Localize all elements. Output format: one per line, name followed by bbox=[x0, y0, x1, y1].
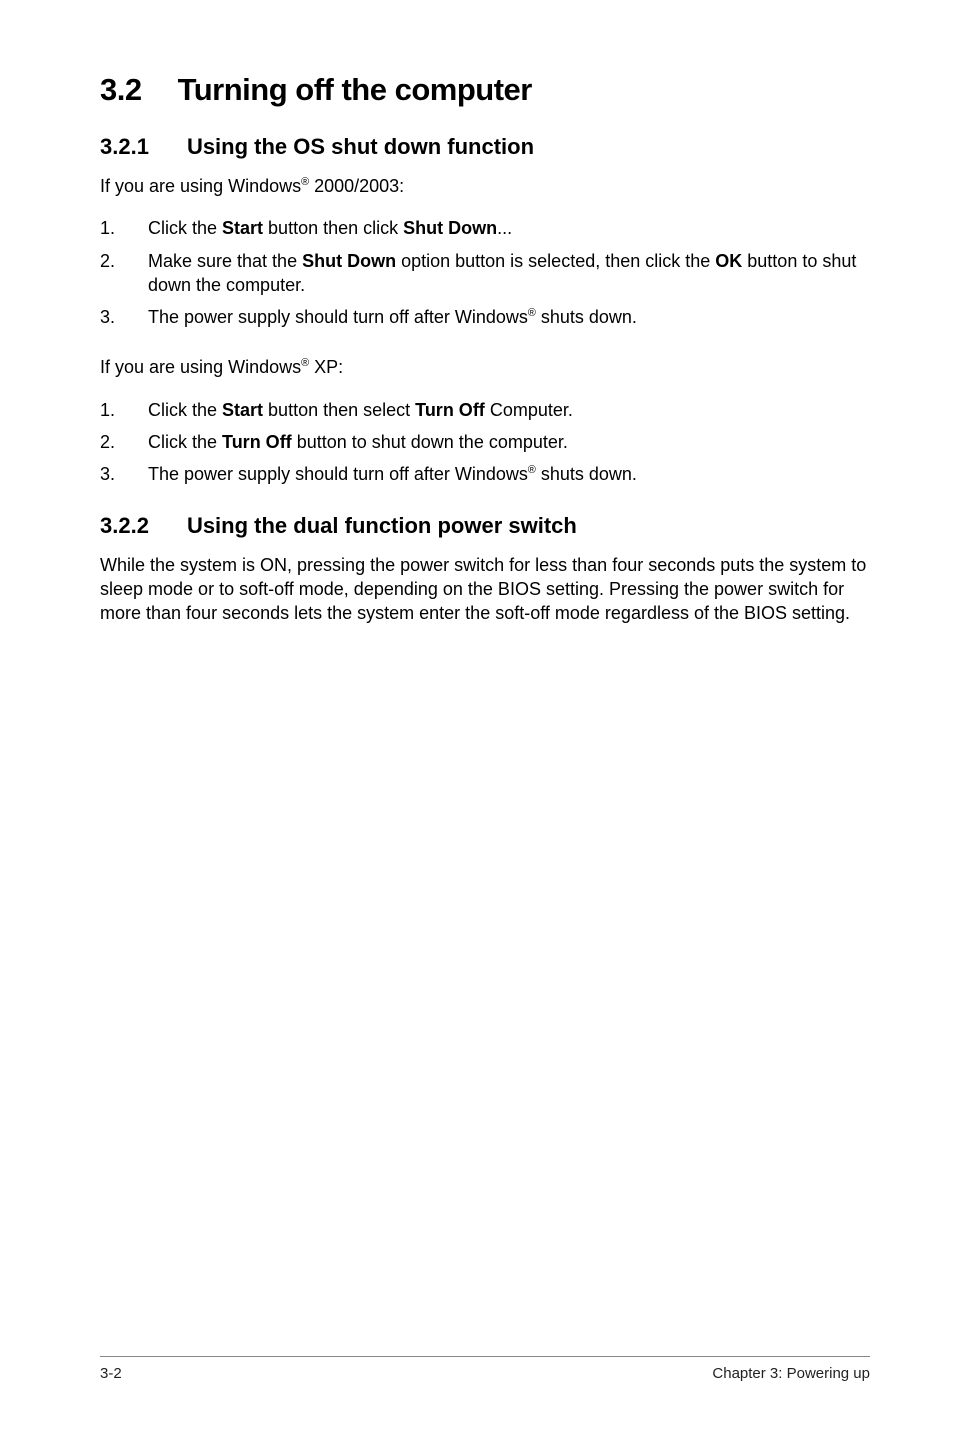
registered-symbol: ® bbox=[301, 176, 309, 188]
subsection-title: Using the OS shut down function bbox=[187, 134, 534, 159]
step-number: 3. bbox=[100, 462, 148, 486]
section-number: 3.2 bbox=[100, 72, 142, 108]
list-item: 3. The power supply should turn off afte… bbox=[100, 305, 870, 329]
list-item: 2. Click the Turn Off button to shut dow… bbox=[100, 430, 870, 454]
list-item: 1. Click the Start button then select Tu… bbox=[100, 398, 870, 422]
list-item: 2. Make sure that the Shut Down option b… bbox=[100, 249, 870, 298]
step-text: Click the Start button then click Shut D… bbox=[148, 216, 870, 240]
subsection-heading: 3.2.2 Using the dual function power switc… bbox=[100, 513, 870, 539]
chapter-label: Chapter 3: Powering up bbox=[712, 1365, 870, 1382]
text: 2000/2003: bbox=[309, 176, 404, 196]
steps-list: 1. Click the Start button then click Shu… bbox=[100, 216, 870, 329]
subsection-title: Using the dual function power switch bbox=[187, 513, 577, 538]
page-number: 3-2 bbox=[100, 1365, 122, 1382]
steps-list: 1. Click the Start button then select Tu… bbox=[100, 398, 870, 487]
body-paragraph: While the system is ON, pressing the pow… bbox=[100, 553, 870, 626]
intro-paragraph: If you are using Windows® 2000/2003: bbox=[100, 174, 870, 198]
step-text: The power supply should turn off after W… bbox=[148, 305, 870, 329]
step-text: Click the Start button then select Turn … bbox=[148, 398, 870, 422]
text: If you are using Windows bbox=[100, 357, 301, 377]
step-text: Click the Turn Off button to shut down t… bbox=[148, 430, 870, 454]
subsection-number: 3.2.2 bbox=[100, 513, 149, 539]
subsection-number: 3.2.1 bbox=[100, 134, 149, 160]
registered-symbol: ® bbox=[301, 357, 309, 369]
step-number: 1. bbox=[100, 216, 148, 240]
text: XP: bbox=[309, 357, 343, 377]
registered-symbol: ® bbox=[528, 307, 536, 319]
page-footer: 3-2 Chapter 3: Powering up bbox=[100, 1356, 870, 1382]
step-number: 2. bbox=[100, 249, 148, 298]
list-item: 1. Click the Start button then click Shu… bbox=[100, 216, 870, 240]
step-number: 1. bbox=[100, 398, 148, 422]
step-number: 2. bbox=[100, 430, 148, 454]
step-text: The power supply should turn off after W… bbox=[148, 462, 870, 486]
section-heading: 3.2 Turning off the computer bbox=[100, 72, 870, 108]
intro-paragraph: If you are using Windows® XP: bbox=[100, 355, 870, 379]
text: If you are using Windows bbox=[100, 176, 301, 196]
registered-symbol: ® bbox=[528, 464, 536, 476]
step-text: Make sure that the Shut Down option butt… bbox=[148, 249, 870, 298]
subsection-heading: 3.2.1 Using the OS shut down function bbox=[100, 134, 870, 160]
section-title: Turning off the computer bbox=[178, 72, 532, 107]
list-item: 3. The power supply should turn off afte… bbox=[100, 462, 870, 486]
step-number: 3. bbox=[100, 305, 148, 329]
